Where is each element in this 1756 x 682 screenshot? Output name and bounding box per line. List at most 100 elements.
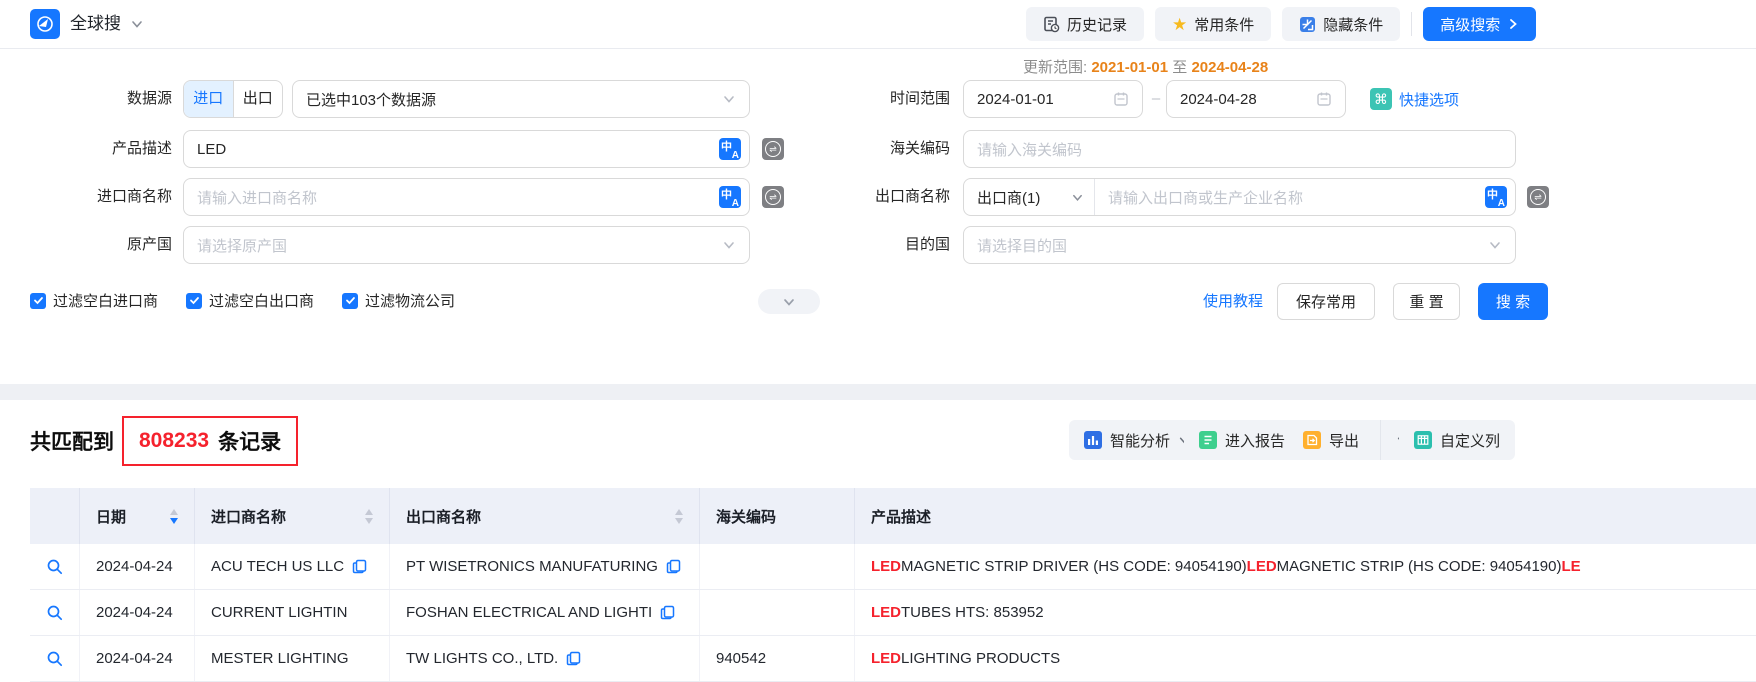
chevron-down-icon[interactable] bbox=[130, 17, 144, 36]
product-desc-input[interactable]: LED 中A bbox=[183, 130, 750, 168]
filter-blank-exporter[interactable]: 过滤空白出口商 bbox=[186, 290, 314, 311]
data-source-label: 数据源 bbox=[42, 80, 172, 118]
favorites-label: 常用条件 bbox=[1194, 14, 1254, 35]
origin-label: 原产国 bbox=[42, 226, 172, 264]
search-button[interactable]: 搜 索 bbox=[1478, 283, 1548, 320]
header-importer-label: 进口商名称 bbox=[211, 506, 286, 527]
copy-icon[interactable] bbox=[666, 559, 681, 574]
importer-label: 进口商名称 bbox=[42, 178, 172, 216]
cell-date: 2024-04-24 bbox=[80, 590, 195, 635]
report-label: 进入报告 bbox=[1225, 430, 1285, 451]
copy-icon[interactable] bbox=[566, 651, 581, 666]
exporter-name: FOSHAN ELECTRICAL AND LIGHTI bbox=[406, 604, 652, 621]
sort-asc-icon[interactable] bbox=[365, 509, 373, 515]
cell-product-desc: LED MAGNETIC STRIP DRIVER (HS CODE: 9405… bbox=[855, 544, 1756, 589]
destination-label: 目的国 bbox=[820, 226, 950, 264]
table-row: 2024-04-24 MESTER LIGHTING TW LIGHTS CO.… bbox=[30, 636, 1756, 682]
date-to-input[interactable]: 2024-04-28 bbox=[1166, 80, 1346, 118]
product-desc-value: LED bbox=[184, 141, 226, 158]
origin-select[interactable]: 请选择原产国 bbox=[183, 226, 750, 264]
row-detail-search-icon[interactable] bbox=[46, 558, 64, 576]
history-icon bbox=[1043, 16, 1060, 33]
header-importer[interactable]: 进口商名称 bbox=[195, 488, 390, 544]
report-notebook-icon bbox=[1199, 431, 1217, 449]
header-date[interactable]: 日期 bbox=[80, 488, 195, 544]
table-body: 2024-04-24 ACU TECH US LLC PT WISETRONIC… bbox=[30, 544, 1756, 682]
cell-exporter: PT WISETRONICS MANUFATURING bbox=[390, 544, 700, 589]
hide-conditions-button[interactable]: 隐藏条件 bbox=[1282, 7, 1400, 41]
copy-icon[interactable] bbox=[660, 605, 675, 620]
import-export-toggle: 进口 出口 bbox=[183, 80, 283, 118]
history-label: 历史记录 bbox=[1067, 14, 1127, 35]
table-header-row: 日期 进口商名称 出口商名称 海关编码 产品描述 bbox=[30, 488, 1756, 544]
table-row: 2024-04-24 ACU TECH US LLC PT WISETRONIC… bbox=[30, 544, 1756, 590]
report-button[interactable]: 进入报告 bbox=[1184, 420, 1300, 460]
sort-asc-icon[interactable] bbox=[170, 509, 178, 515]
customize-columns-button[interactable]: 自定义列 bbox=[1399, 420, 1515, 460]
advanced-search-button[interactable]: 高级搜索 bbox=[1423, 7, 1536, 41]
row-detail-search-icon[interactable] bbox=[46, 650, 64, 668]
exporter-name: TW LIGHTS CO., LTD. bbox=[406, 650, 558, 667]
tutorial-link[interactable]: 使用教程 bbox=[1203, 283, 1263, 320]
cell-importer: CURRENT LIGHTIN bbox=[195, 590, 390, 635]
row-detail-search-icon[interactable] bbox=[46, 604, 64, 622]
header-hs-code-label: 海关编码 bbox=[716, 506, 776, 527]
hs-code-input[interactable]: 请输入海关编码 bbox=[963, 130, 1516, 168]
hs-code-label: 海关编码 bbox=[820, 130, 950, 168]
export-split-button: 导出 bbox=[1290, 420, 1415, 460]
importer-input[interactable]: 请输入进口商名称 中A bbox=[183, 178, 750, 216]
date-from-input[interactable]: 2024-01-01 bbox=[963, 80, 1143, 118]
sort-control[interactable] bbox=[170, 509, 178, 524]
destination-placeholder: 请选择目的国 bbox=[964, 235, 1067, 256]
filter-blank-importer[interactable]: 过滤空白进口商 bbox=[30, 290, 158, 311]
sort-desc-icon[interactable] bbox=[170, 518, 178, 524]
page-title: 全球搜 bbox=[70, 0, 121, 48]
exporter-placeholder[interactable]: 请输入出口商或生产企业名称 bbox=[1095, 187, 1303, 208]
sort-asc-icon[interactable] bbox=[675, 509, 683, 515]
header-exporter[interactable]: 出口商名称 bbox=[390, 488, 700, 544]
cell-product-desc: LED LIGHTING PRODUCTS bbox=[855, 636, 1756, 681]
date-range-dash: – bbox=[1146, 80, 1166, 118]
sort-desc-icon[interactable] bbox=[675, 518, 683, 524]
sort-desc-icon[interactable] bbox=[365, 518, 373, 524]
translate-icon[interactable]: 中A bbox=[1485, 186, 1507, 208]
exporter-label: 出口商名称 bbox=[820, 178, 950, 216]
favorites-button[interactable]: ★ 常用条件 bbox=[1155, 7, 1271, 41]
match-mode-icon[interactable]: ⇌ bbox=[762, 186, 784, 208]
history-button[interactable]: 历史记录 bbox=[1026, 7, 1144, 41]
summary-prefix: 共匹配到 bbox=[30, 426, 114, 456]
advanced-search-label: 高级搜索 bbox=[1440, 14, 1500, 35]
data-source-select[interactable]: 已选中103个数据源 bbox=[292, 80, 750, 118]
export-tab[interactable]: 出口 bbox=[233, 81, 283, 117]
translate-icon[interactable]: 中A bbox=[719, 138, 741, 160]
analyze-label: 智能分析 bbox=[1110, 430, 1170, 451]
cell-date: 2024-04-24 bbox=[80, 544, 195, 589]
sort-control[interactable] bbox=[365, 509, 373, 524]
quick-options-link[interactable]: ⌘ 快捷选项 bbox=[1370, 80, 1459, 118]
filter-label: 过滤物流公司 bbox=[365, 290, 455, 311]
expand-conditions-toggle[interactable] bbox=[758, 289, 820, 314]
sort-control[interactable] bbox=[675, 509, 683, 524]
globe-icon bbox=[35, 14, 55, 34]
update-range-label: 更新范围: bbox=[1023, 59, 1091, 76]
reset-button[interactable]: 重 置 bbox=[1393, 283, 1460, 320]
importer-placeholder: 请输入进口商名称 bbox=[184, 187, 317, 208]
header-row-actions bbox=[30, 488, 80, 544]
export-button[interactable]: 导出 bbox=[1290, 420, 1372, 460]
export-file-icon bbox=[1303, 431, 1321, 449]
match-mode-icon[interactable]: ⇌ bbox=[1527, 186, 1549, 208]
time-range-label: 时间范围 bbox=[820, 80, 950, 118]
columns-icon bbox=[1414, 431, 1432, 449]
import-tab[interactable]: 进口 bbox=[184, 81, 233, 117]
copy-icon[interactable] bbox=[352, 559, 367, 574]
match-mode-icon[interactable]: ⇌ bbox=[762, 138, 784, 160]
destination-select[interactable]: 请选择目的国 bbox=[963, 226, 1516, 264]
save-common-button[interactable]: 保存常用 bbox=[1277, 283, 1375, 320]
calendar-icon bbox=[1316, 91, 1332, 107]
translate-icon[interactable]: 中A bbox=[719, 186, 741, 208]
exporter-type-select[interactable]: 出口商(1) bbox=[964, 179, 1095, 215]
collapse-icon bbox=[1299, 16, 1316, 33]
filter-logistics[interactable]: 过滤物流公司 bbox=[342, 290, 455, 311]
cell-product-desc: LED TUBES HTS: 853952 bbox=[855, 590, 1756, 635]
app-logo bbox=[30, 9, 60, 39]
